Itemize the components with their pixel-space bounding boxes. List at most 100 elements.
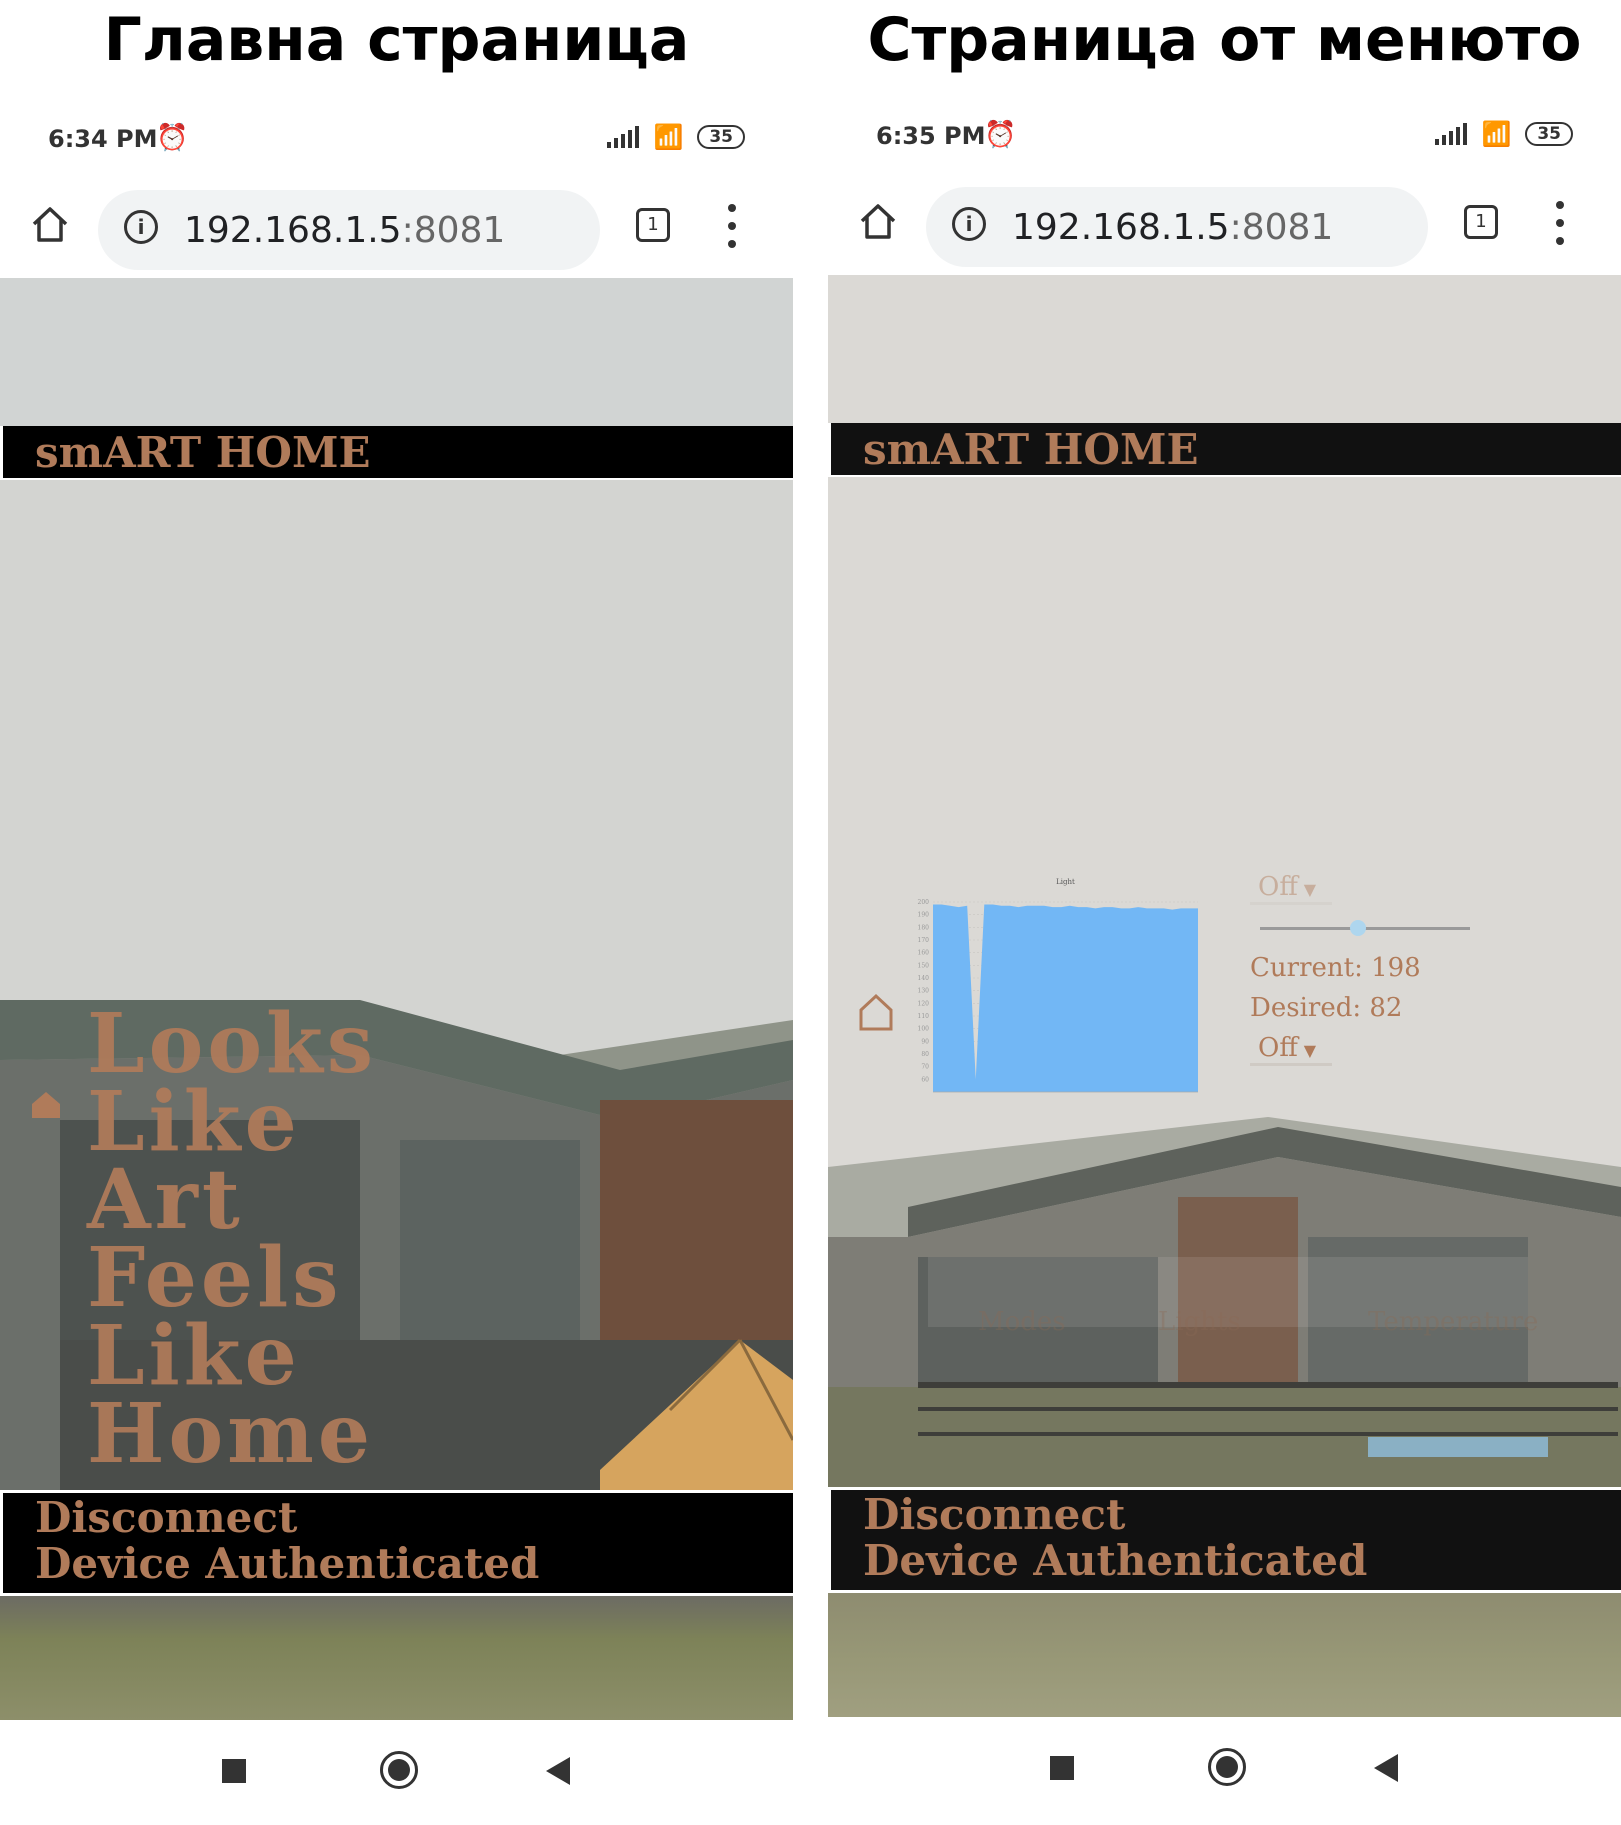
app-brand[interactable]: smART HOME	[35, 428, 371, 477]
recents-button[interactable]	[1050, 1756, 1074, 1780]
info-icon[interactable]: i	[952, 207, 986, 241]
app-footer: Disconnect Device Authenticated	[831, 1490, 1621, 1590]
chart-y-tick: 80	[921, 1051, 929, 1058]
chevron-down-icon: ▼	[1303, 880, 1317, 899]
chart-y-tick: 90	[921, 1038, 929, 1045]
back-button[interactable]	[1374, 1754, 1398, 1782]
battery-icon: 35	[1525, 122, 1573, 146]
house-background: Looks Like Art Feels Like Home	[0, 480, 793, 1490]
chart-y-tick: 150	[918, 962, 930, 969]
house-background: Modes Lights Temperature Light 60 70 80 90 10…	[828, 477, 1621, 1487]
light-controls: Off ▼ Current: 198 Desired: 82 Off ▼	[1250, 872, 1470, 1066]
url-bar[interactable]: i 192.168.1.5:8081	[926, 187, 1428, 267]
chart-y-tick: 180	[918, 924, 930, 931]
back-button[interactable]	[546, 1757, 570, 1785]
app-header: smART HOME	[831, 423, 1621, 475]
status-bar: 6:35 PM ⏰ 📶 35	[828, 114, 1621, 164]
chart-y-tick: 200	[918, 899, 930, 906]
slider-handle[interactable]	[1350, 920, 1366, 936]
mode-select-top[interactable]: Off ▼	[1250, 872, 1332, 905]
alarm-icon: ⏰	[156, 123, 189, 153]
phone-main-page: 6:34 PM ⏰ 📶 35 i 192.168.1.5:8081 1 smAR…	[0, 85, 793, 1825]
phone-menu-page: 6:35 PM ⏰ 📶 35 i 192.168.1.5:8081 1 smAR…	[828, 82, 1621, 1822]
more-menu-icon[interactable]	[1554, 201, 1566, 245]
chevron-down-icon: ▼	[1303, 1041, 1317, 1060]
slogan-word: Art	[87, 1152, 244, 1248]
chart-y-tick: 70	[921, 1064, 929, 1071]
caption-menu-page: Страница от менюто	[867, 5, 1582, 75]
chart-y-tick: 170	[918, 937, 930, 944]
url-port: :8081	[401, 210, 506, 251]
slogan-word: Like	[87, 1308, 301, 1404]
android-nav-bar	[0, 1745, 793, 1805]
url-text: 192.168.1.5:8081	[1012, 207, 1333, 248]
slogan-word: Home	[87, 1386, 375, 1482]
web-viewport: smART HOME Modes Lights Temperature Ligh…	[828, 275, 1621, 1717]
url-host: 192.168.1.5	[184, 210, 402, 251]
slogan-word: Feels	[87, 1230, 343, 1326]
chart-series-area	[933, 904, 1198, 1092]
home-icon[interactable]	[856, 199, 900, 243]
url-text: 192.168.1.5:8081	[184, 210, 505, 251]
desired-reading: Desired: 82	[1250, 993, 1403, 1023]
wifi-icon: 📶	[1481, 120, 1512, 148]
chart-y-tick: 100	[918, 1026, 930, 1033]
status-time: 6:34 PM	[48, 125, 158, 153]
chart-y-tick: 140	[918, 975, 930, 982]
web-viewport: smART HOME Looks Like Art Feels Like Hom…	[0, 278, 793, 1720]
info-icon[interactable]: i	[124, 210, 158, 244]
slogan-word: Like	[87, 1074, 301, 1170]
app-header: smART HOME	[3, 426, 793, 478]
url-bar[interactable]: i 192.168.1.5:8081	[98, 190, 600, 270]
wifi-icon: 📶	[653, 123, 684, 151]
mode-select-bottom-value: Off	[1258, 1033, 1298, 1063]
caption-main-page: Главна страница	[103, 5, 690, 75]
android-nav-bar	[828, 1742, 1621, 1802]
desired-slider[interactable]	[1250, 913, 1470, 943]
chart-y-tick: 190	[918, 912, 930, 919]
home-icon[interactable]	[30, 1090, 62, 1120]
top-spacer	[828, 275, 1621, 423]
home-nav-button[interactable]	[380, 1751, 418, 1789]
signal-icon	[607, 126, 640, 148]
mode-select-bottom[interactable]: Off ▼	[1250, 1033, 1332, 1066]
status-bar: 6:34 PM ⏰ 📶 35	[0, 117, 793, 167]
home-nav-button[interactable]	[1208, 1748, 1246, 1786]
chart-y-tick: 60	[921, 1076, 929, 1083]
app-footer: Disconnect Device Authenticated	[3, 1493, 793, 1593]
menu-item-lights[interactable]: Lights	[1158, 1307, 1241, 1337]
recents-button[interactable]	[222, 1759, 246, 1783]
signal-icon	[1435, 123, 1468, 145]
status-time: 6:35 PM	[876, 122, 986, 150]
chart-y-tick: 160	[918, 950, 930, 957]
menu-item-modes[interactable]: Modes	[978, 1307, 1066, 1337]
chart-y-tick: 130	[918, 988, 930, 995]
slogan-word: Looks	[87, 996, 378, 1092]
ground-background	[828, 1593, 1621, 1717]
chart-title: Light	[1056, 878, 1075, 886]
mode-select-top-value: Off	[1258, 872, 1298, 902]
chart-y-tick: 110	[918, 1013, 930, 1020]
browser-toolbar: i 192.168.1.5:8081 1	[0, 180, 793, 270]
current-reading: Current: 198	[1250, 953, 1421, 983]
menu-item-temperature[interactable]: Temperature	[1368, 1307, 1538, 1337]
slogan: Looks Like Art Feels Like Home	[87, 996, 378, 1482]
browser-toolbar: i 192.168.1.5:8081 1	[828, 177, 1621, 267]
url-host: 192.168.1.5	[1012, 207, 1230, 248]
battery-icon: 35	[697, 125, 745, 149]
auth-status: Device Authenticated	[35, 1539, 540, 1588]
tab-switcher-button[interactable]: 1	[636, 208, 670, 242]
more-menu-icon[interactable]	[726, 204, 738, 248]
alarm-icon: ⏰	[984, 120, 1017, 150]
tab-switcher-button[interactable]: 1	[1464, 205, 1498, 239]
home-icon[interactable]	[28, 202, 72, 246]
top-spacer	[0, 278, 793, 426]
disconnect-link[interactable]: Disconnect	[35, 1493, 297, 1543]
ground-background	[0, 1596, 793, 1720]
auth-status: Device Authenticated	[863, 1536, 1368, 1585]
light-chart: Light 60 70 80 90 100 110 120 130 140 150 160 170 180…	[918, 878, 1198, 1093]
disconnect-link[interactable]: Disconnect	[863, 1490, 1125, 1540]
app-brand[interactable]: smART HOME	[863, 425, 1199, 474]
chart-y-tick: 120	[918, 1000, 930, 1007]
url-port: :8081	[1229, 207, 1334, 248]
